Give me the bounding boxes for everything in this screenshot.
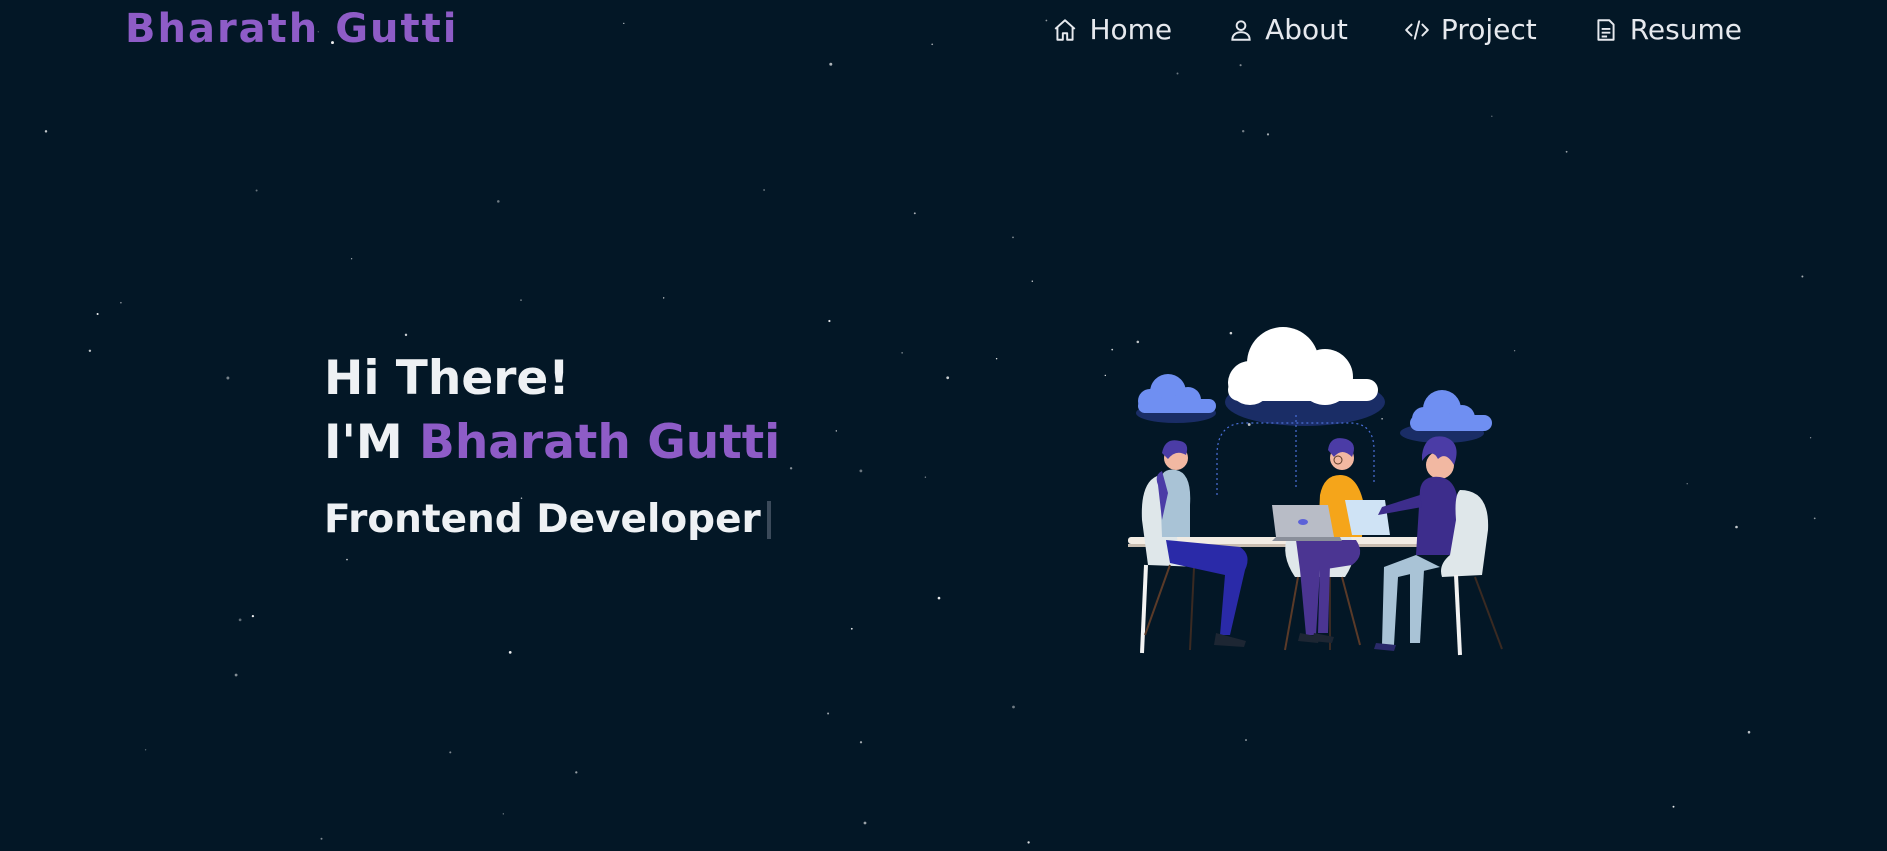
nav-item-project[interactable]: Project xyxy=(1403,13,1537,46)
hero-greeting: Hi There! xyxy=(324,351,570,406)
intro-prefix: I'M xyxy=(324,415,420,470)
star xyxy=(508,651,512,654)
star xyxy=(404,333,408,337)
nav-item-label: Home xyxy=(1089,13,1173,46)
nav-item-resume[interactable]: Resume xyxy=(1592,13,1742,46)
star xyxy=(995,357,998,360)
intro-name: Bharath Gutti xyxy=(419,415,781,470)
star xyxy=(120,301,122,304)
nav-item-label: Project xyxy=(1440,13,1537,46)
home-icon xyxy=(1051,16,1079,44)
hero-section: Hi There! I'M Bharath Gutti Frontend Dev… xyxy=(324,347,780,542)
star xyxy=(763,189,766,191)
star xyxy=(1801,275,1804,278)
team-cloud-illustration xyxy=(1128,327,1503,656)
star xyxy=(497,200,500,203)
star xyxy=(859,469,863,473)
star xyxy=(88,349,92,353)
nav-item-label: Resume xyxy=(1629,13,1742,46)
star xyxy=(1012,236,1014,239)
navbar: Bharath Gutti Home About Project Resume xyxy=(0,0,1887,66)
star xyxy=(1027,841,1030,844)
nav-item-about[interactable]: About xyxy=(1227,13,1348,46)
star xyxy=(1111,348,1114,351)
star xyxy=(901,352,903,354)
nav-links: Home About Project Resume xyxy=(1051,13,1742,46)
star xyxy=(1813,517,1816,520)
star xyxy=(1031,280,1034,282)
star xyxy=(1809,437,1812,439)
star xyxy=(1491,115,1493,118)
star xyxy=(1735,525,1738,529)
document-icon xyxy=(1592,16,1620,44)
user-icon xyxy=(1227,16,1255,44)
nav-item-home[interactable]: Home xyxy=(1051,13,1172,46)
star xyxy=(663,297,665,299)
star xyxy=(850,627,853,630)
nav-item-label: About xyxy=(1265,13,1348,46)
typewriter-cursor xyxy=(766,500,771,539)
star xyxy=(859,741,863,744)
star xyxy=(789,467,793,470)
star xyxy=(320,837,323,840)
star xyxy=(234,673,238,677)
star xyxy=(520,299,522,301)
star xyxy=(835,430,837,432)
star xyxy=(251,614,255,618)
star xyxy=(946,376,950,380)
star xyxy=(449,751,452,754)
brand-logo[interactable]: Bharath Gutti xyxy=(125,6,458,52)
star xyxy=(575,771,578,774)
star xyxy=(96,312,99,316)
star xyxy=(1513,350,1516,352)
cloud-center xyxy=(1225,327,1385,426)
star xyxy=(1012,705,1015,709)
star xyxy=(1245,739,1247,741)
star xyxy=(924,476,927,478)
star xyxy=(1747,730,1751,734)
code-icon xyxy=(1403,16,1431,44)
portfolio-page: Bharath Gutti Home About Project Resume … xyxy=(0,0,1887,851)
star xyxy=(937,596,941,600)
starfield-background xyxy=(44,19,1816,844)
star xyxy=(226,376,230,380)
hero-intro: I'M Bharath Gutti xyxy=(324,411,780,475)
star xyxy=(502,813,504,815)
star xyxy=(1686,483,1688,485)
star xyxy=(1266,133,1270,136)
cloud-left xyxy=(1136,374,1216,423)
star xyxy=(1104,374,1106,377)
star xyxy=(144,749,147,751)
star xyxy=(863,821,867,825)
star xyxy=(1672,805,1675,808)
star xyxy=(913,212,916,215)
typewriter-text: Frontend Developer xyxy=(324,497,761,542)
star xyxy=(1241,129,1245,133)
star xyxy=(1176,72,1179,75)
star xyxy=(1565,150,1568,153)
star xyxy=(346,558,348,561)
star xyxy=(827,712,830,715)
cloud-right xyxy=(1400,390,1492,443)
hero-role: Frontend Developer xyxy=(324,497,780,542)
star xyxy=(828,319,831,323)
star xyxy=(238,618,242,622)
star xyxy=(350,258,353,260)
star xyxy=(44,130,48,133)
star xyxy=(255,189,258,192)
